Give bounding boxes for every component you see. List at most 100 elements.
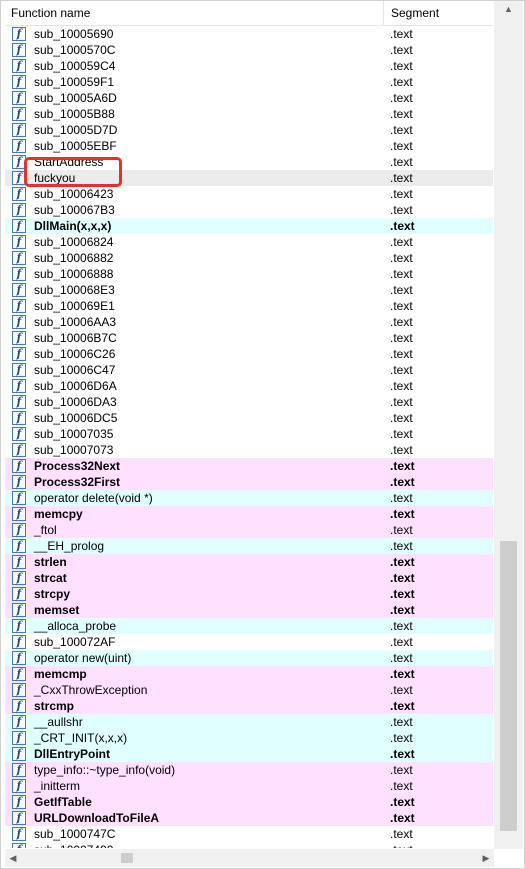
- function-row[interactable]: f __aullshr .text: [5, 714, 493, 730]
- function-list[interactable]: f sub_10005690 .text f sub_1000570C .text f sub…: [5, 26, 493, 848]
- vertical-scrollbar[interactable]: ▲: [494, 1, 523, 849]
- function-row[interactable]: f __EH_prolog .text: [5, 538, 493, 554]
- function-row[interactable]: f sub_10006824 .text: [5, 234, 493, 250]
- function-row[interactable]: f sub_100068E3 .text: [5, 282, 493, 298]
- function-row[interactable]: f sub_10007490 .text: [5, 842, 493, 848]
- vertical-scrollbar-thumb[interactable]: [500, 541, 517, 831]
- function-name: sub_10006B7C: [34, 331, 117, 345]
- function-icon: f: [12, 651, 26, 665]
- function-row[interactable]: f strcat .text: [5, 570, 493, 586]
- function-segment: .text: [390, 699, 415, 713]
- function-row[interactable]: f memcpy .text: [5, 506, 493, 522]
- function-row[interactable]: f __alloca_probe .text: [5, 618, 493, 634]
- function-icon: f: [12, 363, 26, 377]
- function-row[interactable]: f strcmp .text: [5, 698, 493, 714]
- column-header: Function name Segment: [5, 1, 493, 26]
- function-name: sub_10005690: [34, 27, 114, 41]
- function-row[interactable]: f StartAddress .text: [5, 154, 493, 170]
- function-row[interactable]: f operator new(uint) .text: [5, 650, 493, 666]
- function-row[interactable]: f sub_100072AF .text: [5, 634, 493, 650]
- function-icon: f: [12, 459, 26, 473]
- function-name-column-header[interactable]: Function name: [5, 1, 384, 25]
- horizontal-scrollbar-thumb[interactable]: [121, 853, 133, 863]
- function-segment: .text: [390, 779, 413, 793]
- function-name: type_info::~type_info(void): [34, 763, 176, 777]
- function-row[interactable]: f GetIfTable .text: [5, 794, 493, 810]
- function-icon: f: [12, 811, 26, 825]
- function-row[interactable]: f DllMain(x,x,x) .text: [5, 218, 493, 234]
- function-row[interactable]: f sub_100067B3 .text: [5, 202, 493, 218]
- function-row[interactable]: f type_info::~type_info(void) .text: [5, 762, 493, 778]
- function-segment: .text: [390, 171, 413, 185]
- function-row[interactable]: f operator delete(void *) .text: [5, 490, 493, 506]
- function-segment: .text: [390, 811, 415, 825]
- function-row[interactable]: f sub_10007073 .text: [5, 442, 493, 458]
- function-row[interactable]: f sub_10006C26 .text: [5, 346, 493, 362]
- function-name: operator new(uint): [34, 651, 132, 665]
- function-row[interactable]: f sub_10006DA3 .text: [5, 394, 493, 410]
- function-icon: f: [12, 219, 26, 233]
- function-row[interactable]: f sub_100069E1 .text: [5, 298, 493, 314]
- function-row[interactable]: f _CRT_INIT(x,x,x) .text: [5, 730, 493, 746]
- function-name: sub_10007035: [34, 427, 114, 441]
- function-icon: f: [12, 59, 26, 73]
- function-row[interactable]: f sub_10005D7D .text: [5, 122, 493, 138]
- function-name: __EH_prolog: [34, 539, 105, 553]
- function-row[interactable]: f Process32Next .text: [5, 458, 493, 474]
- scroll-left-arrow-icon[interactable]: ◀: [5, 849, 21, 867]
- function-row[interactable]: f sub_10006C47 .text: [5, 362, 493, 378]
- function-icon: f: [12, 187, 26, 201]
- function-name: sub_1000747C: [34, 827, 116, 841]
- function-row[interactable]: f _initterm .text: [5, 778, 493, 794]
- function-segment: .text: [390, 475, 415, 489]
- function-segment: .text: [390, 459, 415, 473]
- function-row[interactable]: f fuckyou .text: [5, 170, 493, 186]
- function-row[interactable]: f sub_10006AA3 .text: [5, 314, 493, 330]
- scroll-right-arrow-icon[interactable]: ▶: [478, 849, 494, 867]
- function-row[interactable]: f memcmp .text: [5, 666, 493, 682]
- function-row[interactable]: f _CxxThrowException .text: [5, 682, 493, 698]
- function-row[interactable]: f sub_10006DC5 .text: [5, 410, 493, 426]
- segment-column-header[interactable]: Segment: [385, 1, 493, 25]
- function-row[interactable]: f URLDownloadToFileA .text: [5, 810, 493, 826]
- function-row[interactable]: f sub_10006423 .text: [5, 186, 493, 202]
- function-name: sub_10005A6D: [34, 91, 117, 105]
- function-row[interactable]: f sub_100059F1 .text: [5, 74, 493, 90]
- function-name: __alloca_probe: [34, 619, 117, 633]
- function-row[interactable]: f sub_10007035 .text: [5, 426, 493, 442]
- function-row[interactable]: f sub_1000570C .text: [5, 42, 493, 58]
- function-row[interactable]: f sub_10006882 .text: [5, 250, 493, 266]
- function-row[interactable]: f sub_10005A6D .text: [5, 90, 493, 106]
- function-name: memcpy: [34, 507, 83, 521]
- function-row[interactable]: f sub_10006888 .text: [5, 266, 493, 282]
- function-segment: .text: [390, 635, 413, 649]
- horizontal-scrollbar[interactable]: ◀ ▶: [5, 849, 494, 867]
- function-name: strcat: [34, 571, 67, 585]
- function-row[interactable]: f memset .text: [5, 602, 493, 618]
- function-name: sub_100059F1: [34, 75, 115, 89]
- function-icon: f: [12, 203, 26, 217]
- function-row[interactable]: f sub_10006B7C .text: [5, 330, 493, 346]
- function-segment: .text: [390, 491, 413, 505]
- function-row[interactable]: f sub_1000747C .text: [5, 826, 493, 842]
- function-row[interactable]: f sub_10006D6A .text: [5, 378, 493, 394]
- function-row[interactable]: f DllEntryPoint .text: [5, 746, 493, 762]
- function-row[interactable]: f strlen .text: [5, 554, 493, 570]
- function-row[interactable]: f sub_10005EBF .text: [5, 138, 493, 154]
- function-row[interactable]: f sub_10005B88 .text: [5, 106, 493, 122]
- function-row[interactable]: f sub_10005690 .text: [5, 26, 493, 42]
- function-segment: .text: [390, 395, 413, 409]
- function-name: sub_100067B3: [34, 203, 115, 217]
- function-row[interactable]: f strcpy .text: [5, 586, 493, 602]
- function-icon: f: [12, 619, 26, 633]
- function-name: strcmp: [34, 699, 75, 713]
- function-segment: .text: [390, 443, 413, 457]
- function-segment: .text: [390, 795, 415, 809]
- function-icon: f: [12, 571, 26, 585]
- scroll-up-arrow-icon[interactable]: ▲: [494, 1, 523, 18]
- function-row[interactable]: f Process32First .text: [5, 474, 493, 490]
- function-icon: f: [12, 635, 26, 649]
- function-name: sub_10006423: [34, 187, 114, 201]
- function-row[interactable]: f _ftol .text: [5, 522, 493, 538]
- function-row[interactable]: f sub_100059C4 .text: [5, 58, 493, 74]
